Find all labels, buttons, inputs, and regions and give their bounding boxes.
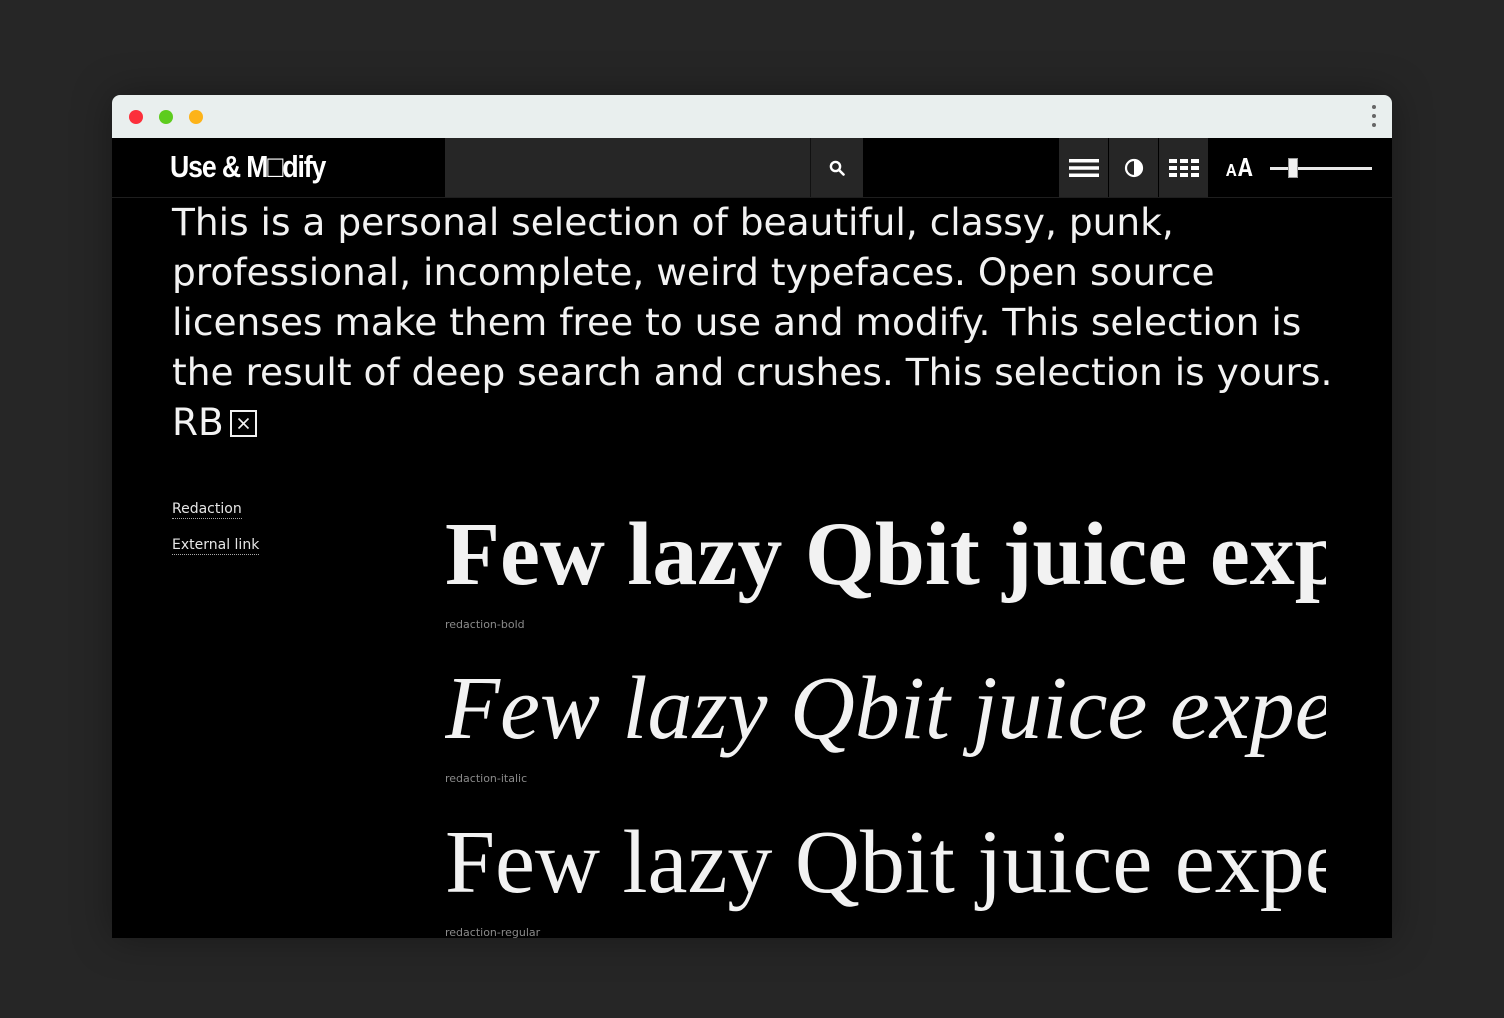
grid-view-icon bbox=[1168, 158, 1199, 177]
specimen-label-bold: redaction-bold bbox=[445, 618, 525, 631]
search-input[interactable] bbox=[445, 138, 810, 197]
search-button[interactable] bbox=[810, 138, 863, 197]
window-titlebar bbox=[112, 95, 1392, 138]
font-links: Redaction External link bbox=[172, 500, 260, 572]
intro-paragraph: This is a personal selection of beautifu… bbox=[172, 197, 1342, 447]
specimen-text-italic: Few lazy Qbit juice experts bbox=[445, 659, 1326, 758]
specimen-text-bold: Few lazy Qbit juice experts bbox=[445, 505, 1326, 604]
search-icon bbox=[829, 160, 845, 176]
list-view-button[interactable] bbox=[1059, 138, 1108, 197]
close-icon bbox=[237, 417, 249, 430]
grid-view-button[interactable] bbox=[1159, 138, 1208, 197]
list-view-icon bbox=[1068, 158, 1099, 177]
external-link[interactable]: External link bbox=[172, 536, 260, 555]
top-navigation-bar: Use & M□dify bbox=[112, 138, 1392, 198]
site-logo[interactable]: Use & M□dify bbox=[170, 146, 326, 188]
specimen-label-regular: redaction-regular bbox=[445, 926, 541, 938]
specimen-text-regular: Few lazy Qbit juice experts bbox=[445, 813, 1326, 912]
slider-handle[interactable] bbox=[1288, 158, 1298, 178]
dismiss-intro-button[interactable] bbox=[229, 410, 257, 437]
slider-track bbox=[1270, 167, 1372, 170]
browser-window: Use & M□dify This is a personal selectio… bbox=[112, 95, 1392, 938]
specimen-label-italic: redaction-italic bbox=[445, 772, 528, 785]
specimen-list: Few lazy Qbit juice experts redaction-bo… bbox=[445, 500, 1326, 938]
intro-text: This is a personal selection of beautifu… bbox=[172, 200, 1333, 444]
font-size-icon bbox=[1226, 158, 1253, 176]
close-window-button[interactable] bbox=[129, 110, 143, 124]
contrast-icon bbox=[1124, 158, 1143, 177]
font-size-slider[interactable] bbox=[1270, 158, 1372, 178]
more-options-icon[interactable] bbox=[1370, 105, 1378, 129]
maximize-window-button[interactable] bbox=[159, 110, 173, 124]
minimize-window-button[interactable] bbox=[189, 110, 203, 124]
font-name-link[interactable]: Redaction bbox=[172, 500, 242, 519]
contrast-toggle-button[interactable] bbox=[1109, 138, 1158, 197]
